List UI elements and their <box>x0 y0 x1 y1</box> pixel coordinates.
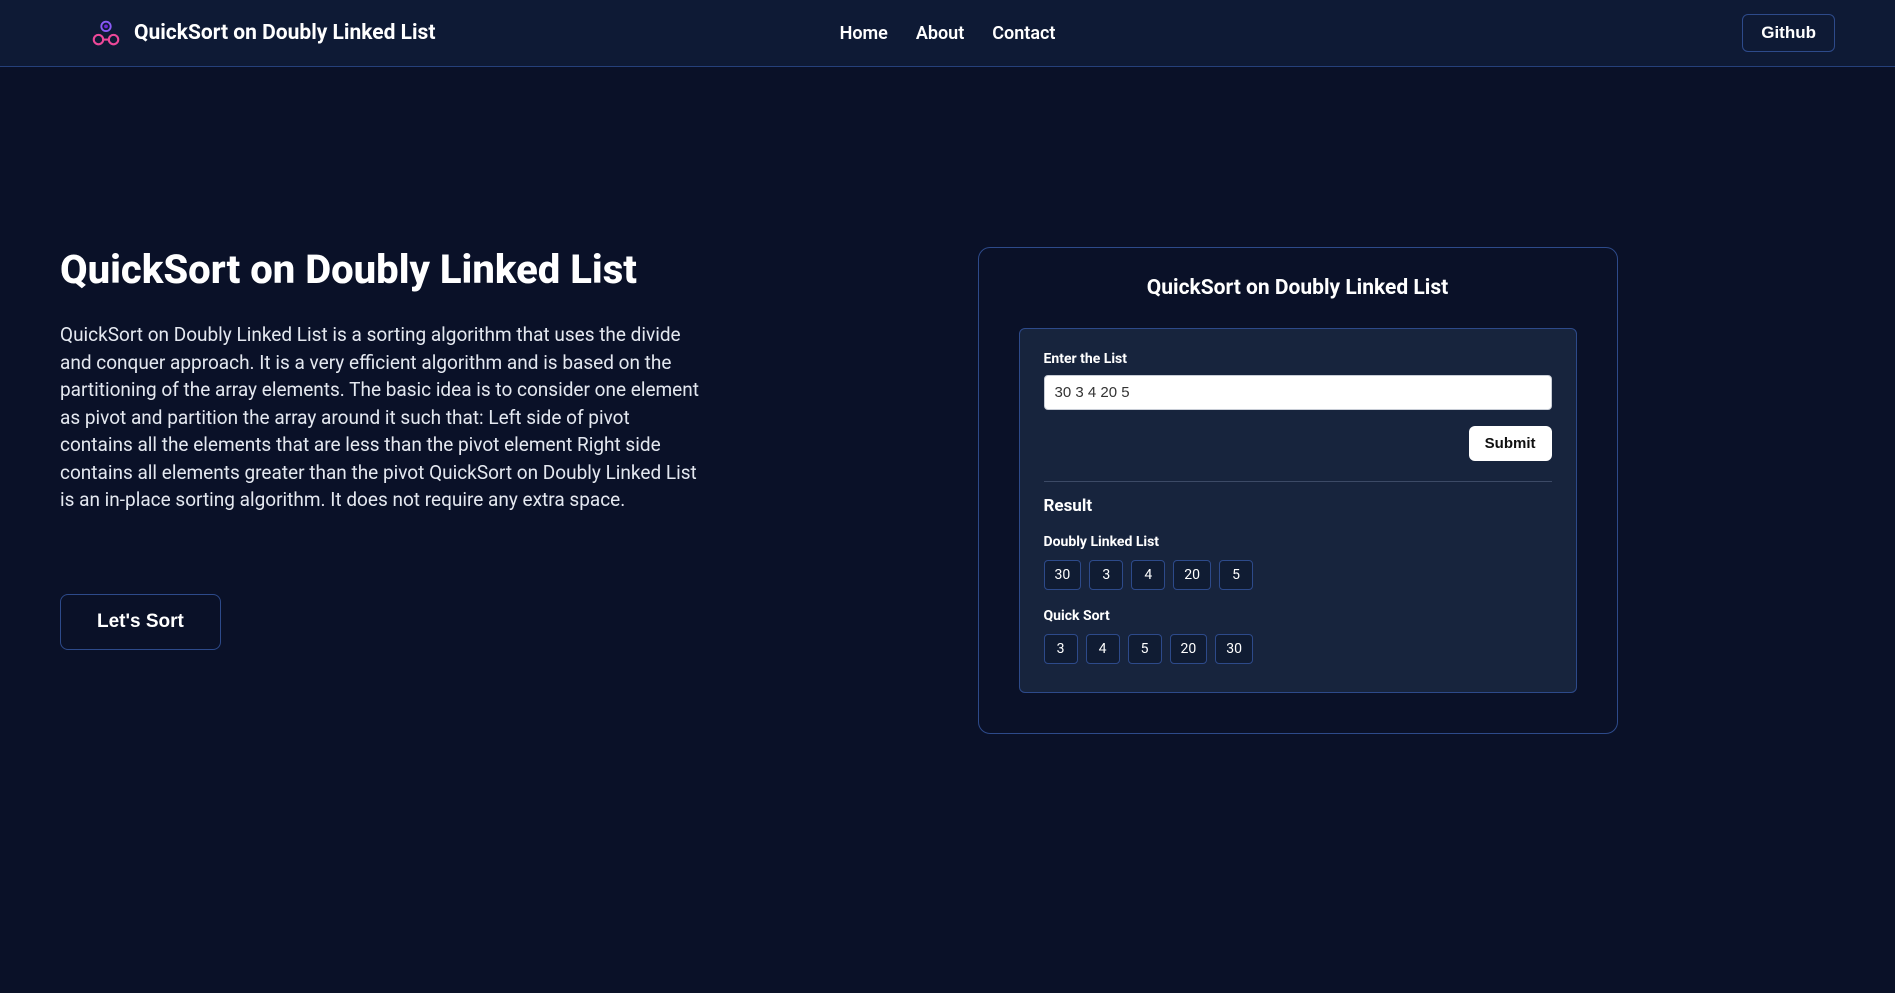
nav-contact[interactable]: Contact <box>992 23 1055 44</box>
primary-nav: Home About Contact <box>840 23 1056 44</box>
list-node: 4 <box>1086 634 1120 664</box>
list-node: 3 <box>1044 634 1078 664</box>
navbar: QuickSort on Doubly Linked List Home Abo… <box>0 0 1895 67</box>
hero-description: QuickSort on Doubly Linked List is a sor… <box>60 321 700 514</box>
demo-card: Enter the List Submit Result Doubly Link… <box>1019 328 1577 693</box>
github-button[interactable]: Github <box>1742 14 1835 52</box>
list-node: 30 <box>1215 634 1253 664</box>
list-node: 3 <box>1089 560 1123 590</box>
list-node: 5 <box>1219 560 1253 590</box>
demo-section: QuickSort on Doubly Linked List Enter th… <box>760 247 1835 734</box>
brand: QuickSort on Doubly Linked List <box>90 20 435 46</box>
nav-about[interactable]: About <box>916 23 964 44</box>
main-content: QuickSort on Doubly Linked List QuickSor… <box>0 67 1895 794</box>
nav-home[interactable]: Home <box>840 23 888 44</box>
divider <box>1044 481 1552 482</box>
hero-title: QuickSort on Doubly Linked List <box>60 247 700 293</box>
list-node: 4 <box>1131 560 1165 590</box>
list-input[interactable] <box>1044 375 1552 410</box>
input-label: Enter the List <box>1044 351 1552 367</box>
brand-title: QuickSort on Doubly Linked List <box>134 21 435 45</box>
list-node: 30 <box>1044 560 1082 590</box>
sorted-node-row: 345 2030 <box>1044 634 1552 664</box>
submit-button[interactable]: Submit <box>1469 426 1552 461</box>
result-heading: Result <box>1044 496 1552 516</box>
submit-row: Submit <box>1044 426 1552 461</box>
chain-link-logo-icon <box>90 20 122 46</box>
list-node: 5 <box>1128 634 1162 664</box>
dll-label: Doubly Linked List <box>1044 534 1552 550</box>
sorted-label: Quick Sort <box>1044 608 1552 624</box>
lets-sort-button[interactable]: Let's Sort <box>60 594 221 650</box>
list-node: 20 <box>1170 634 1208 664</box>
dll-node-row: 3034 20 5 <box>1044 560 1552 590</box>
list-node: 20 <box>1173 560 1211 590</box>
hero-section: QuickSort on Doubly Linked List QuickSor… <box>60 247 700 650</box>
panel-title: QuickSort on Doubly Linked List <box>1019 276 1577 300</box>
demo-panel: QuickSort on Doubly Linked List Enter th… <box>978 247 1618 734</box>
